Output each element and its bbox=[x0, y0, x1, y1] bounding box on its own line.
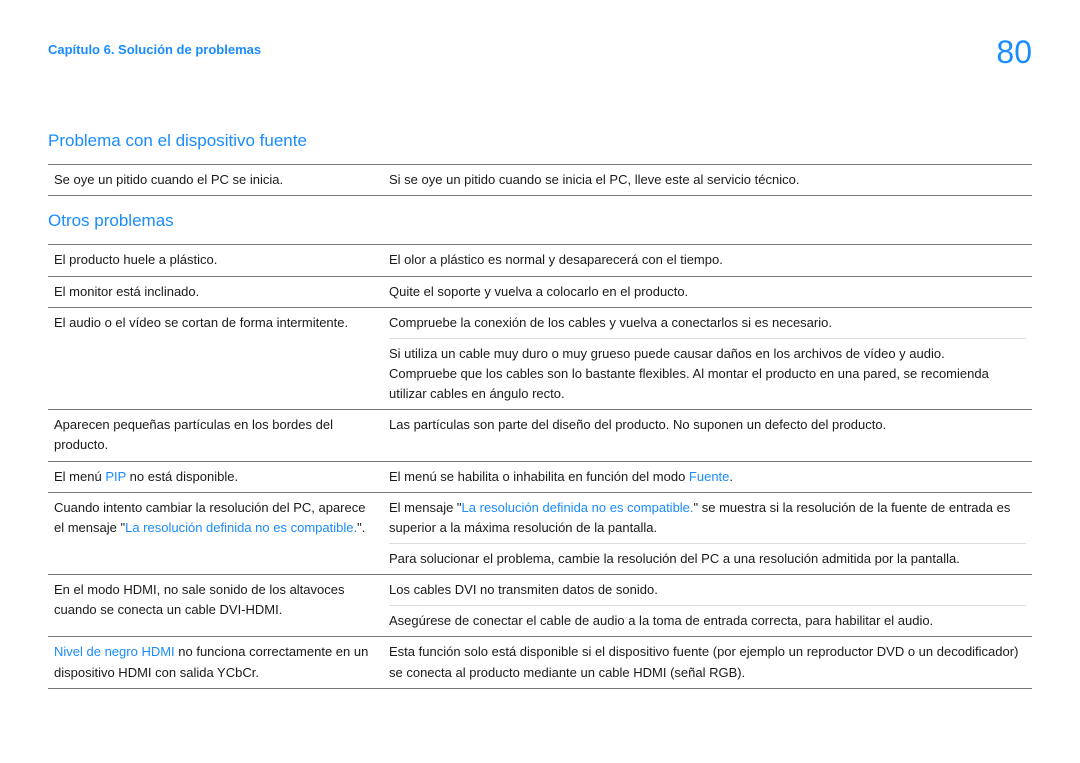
section-title-source-device: Problema con el dispositivo fuente bbox=[48, 128, 1032, 154]
issue-cell: En el modo HDMI, no sale sonido de los a… bbox=[48, 575, 383, 637]
section-title-other-problems: Otros problemas bbox=[48, 208, 1032, 234]
table-row: Aparecen pequeñas partículas en los bord… bbox=[48, 410, 1032, 461]
accent-term-hdmi-black-level: Nivel de negro HDMI bbox=[54, 644, 175, 659]
issue-cell: Cuando intento cambiar la resolución del… bbox=[48, 492, 383, 574]
solution-text: El mensaje " bbox=[389, 500, 462, 515]
page-content: Capítulo 6. Solución de problemas 80 Pro… bbox=[0, 0, 1080, 689]
accent-message: La resolución definida no es compatible. bbox=[462, 500, 694, 515]
solution-text: Compruebe que los cables son lo bastante… bbox=[389, 364, 1026, 404]
accent-term-pip: PIP bbox=[105, 469, 126, 484]
table-other-problems: El producto huele a plástico. El olor a … bbox=[48, 244, 1032, 688]
solution-cell: El mensaje "La resolución definida no es… bbox=[383, 492, 1032, 574]
solution-cell: Si se oye un pitido cuando se inicia el … bbox=[383, 164, 1032, 195]
table-row: En el modo HDMI, no sale sonido de los a… bbox=[48, 575, 1032, 637]
issue-text: El menú bbox=[54, 469, 105, 484]
solution-text: . bbox=[729, 469, 733, 484]
issue-cell: El monitor está inclinado. bbox=[48, 276, 383, 307]
table-source-device: Se oye un pitido cuando el PC se inicia.… bbox=[48, 164, 1032, 196]
table-row: Se oye un pitido cuando el PC se inicia.… bbox=[48, 164, 1032, 195]
solution-text: Los cables DVI no transmiten datos de so… bbox=[389, 580, 1026, 600]
table-row: El monitor está inclinado. Quite el sopo… bbox=[48, 276, 1032, 307]
solution-cell: Compruebe la conexión de los cables y vu… bbox=[383, 307, 1032, 410]
issue-cell: Se oye un pitido cuando el PC se inicia. bbox=[48, 164, 383, 195]
issue-cell: El producto huele a plástico. bbox=[48, 245, 383, 276]
solution-text: El menú se habilita o inhabilita en func… bbox=[389, 469, 689, 484]
table-row: El producto huele a plástico. El olor a … bbox=[48, 245, 1032, 276]
issue-text: ". bbox=[357, 520, 365, 535]
solution-cell: El olor a plástico es normal y desaparec… bbox=[383, 245, 1032, 276]
solution-text: Compruebe la conexión de los cables y vu… bbox=[389, 313, 1026, 333]
solution-cell: Esta función solo está disponible si el … bbox=[383, 637, 1032, 688]
issue-cell: Nivel de negro HDMI no funciona correcta… bbox=[48, 637, 383, 688]
solution-cell: El menú se habilita o inhabilita en func… bbox=[383, 461, 1032, 492]
table-row: Nivel de negro HDMI no funciona correcta… bbox=[48, 637, 1032, 688]
solution-cell: Las partículas son parte del diseño del … bbox=[383, 410, 1032, 461]
solution-cell: Quite el soporte y vuelva a colocarlo en… bbox=[383, 276, 1032, 307]
table-row: El audio o el vídeo se cortan de forma i… bbox=[48, 307, 1032, 410]
table-row: El menú PIP no está disponible. El menú … bbox=[48, 461, 1032, 492]
solution-text: Si utiliza un cable muy duro o muy grues… bbox=[389, 338, 1026, 364]
accent-term-fuente: Fuente bbox=[689, 469, 729, 484]
chapter-title: Capítulo 6. Solución de problemas bbox=[48, 28, 261, 60]
page-number: 80 bbox=[996, 28, 1032, 78]
page-header: Capítulo 6. Solución de problemas 80 bbox=[48, 28, 1032, 78]
solution-cell: Los cables DVI no transmiten datos de so… bbox=[383, 575, 1032, 637]
issue-cell: El menú PIP no está disponible. bbox=[48, 461, 383, 492]
table-row: Cuando intento cambiar la resolución del… bbox=[48, 492, 1032, 574]
issue-text: no está disponible. bbox=[126, 469, 238, 484]
solution-text: Para solucionar el problema, cambie la r… bbox=[389, 543, 1026, 569]
solution-text: Asegúrese de conectar el cable de audio … bbox=[389, 605, 1026, 631]
accent-message: La resolución definida no es compatible. bbox=[125, 520, 357, 535]
issue-cell: El audio o el vídeo se cortan de forma i… bbox=[48, 307, 383, 410]
solution-text: El mensaje "La resolución definida no es… bbox=[389, 498, 1026, 538]
issue-cell: Aparecen pequeñas partículas en los bord… bbox=[48, 410, 383, 461]
